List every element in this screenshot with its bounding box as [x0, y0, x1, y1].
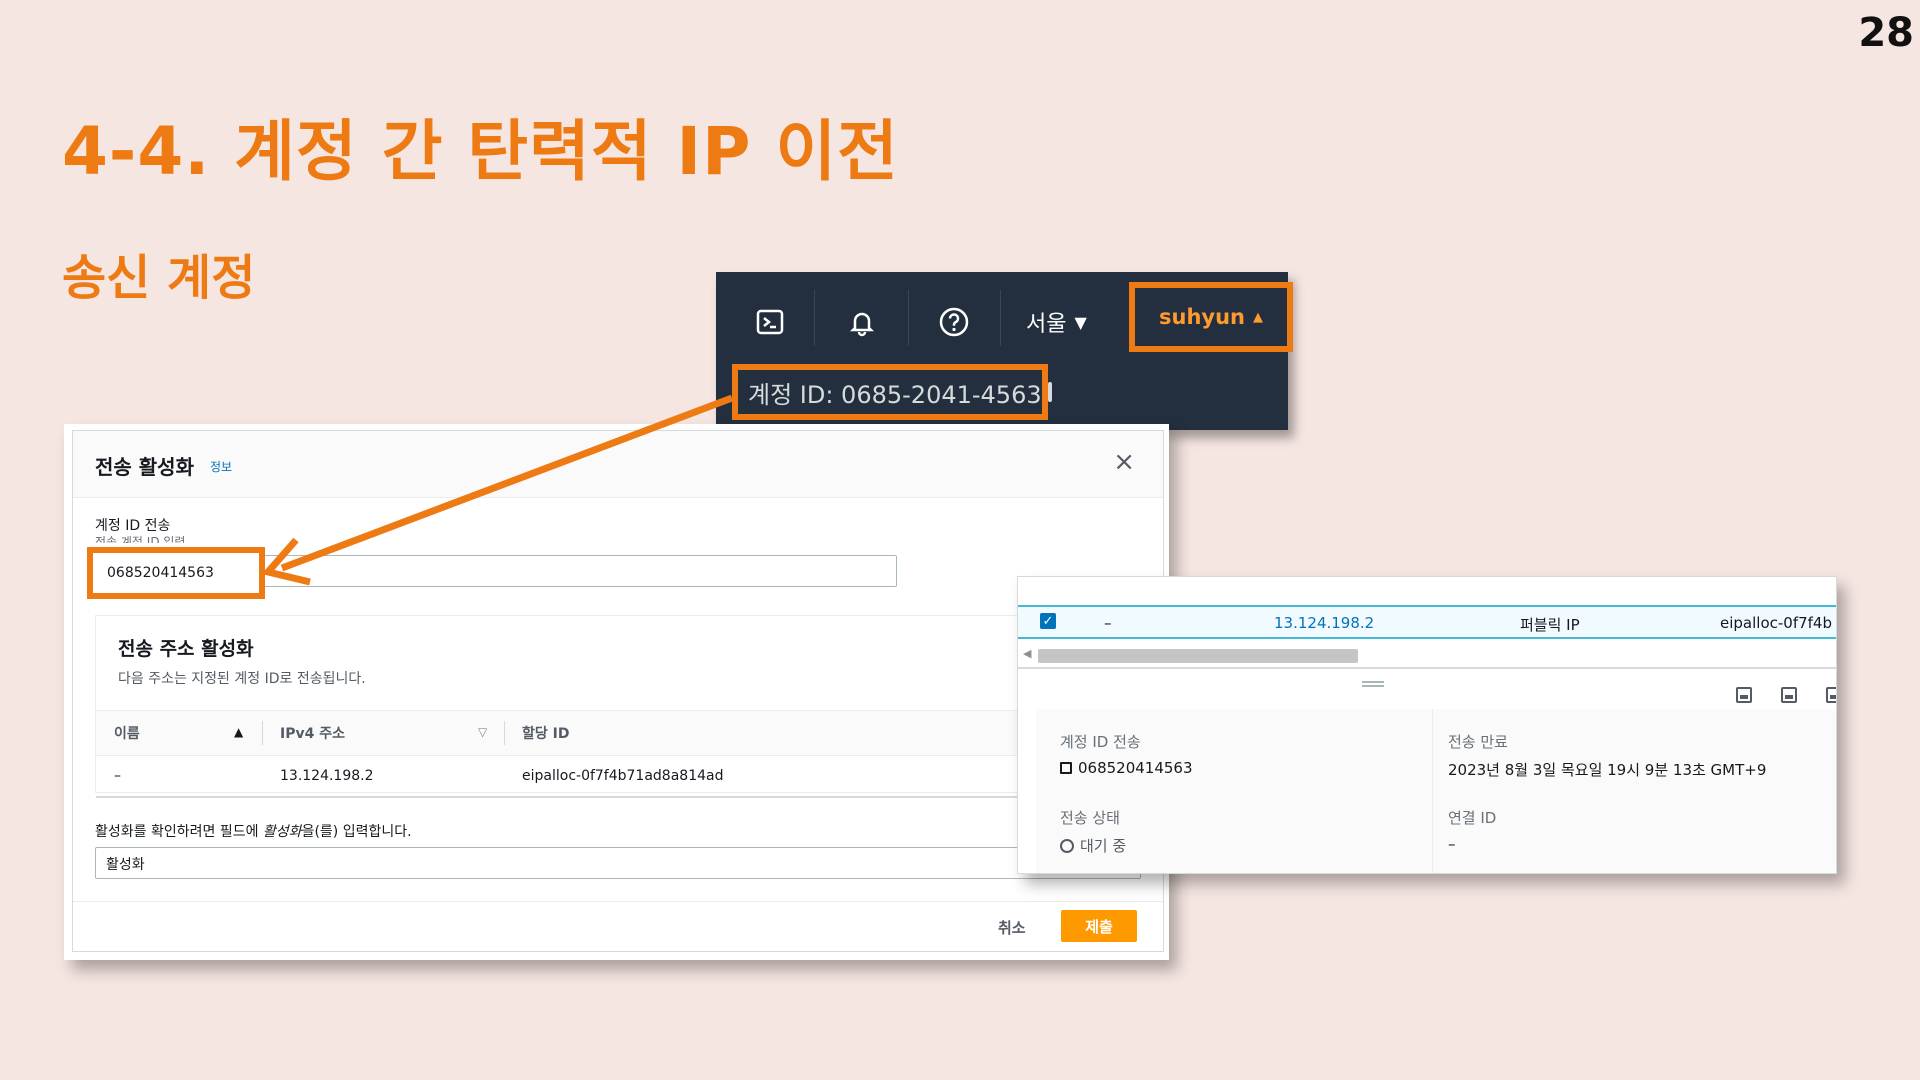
- transfer-expiry-label: 전송 만료: [1448, 733, 1508, 751]
- user-label: suhyun: [1159, 305, 1245, 329]
- confirm-label-suffix: 을(를) 입력합니다.: [301, 824, 412, 840]
- transfer-account-value: 068520414563: [107, 565, 214, 581]
- sort-asc-icon[interactable]: ▲: [234, 725, 243, 739]
- transfer-account-value: 068520414563: [1060, 759, 1193, 777]
- cell-name: –: [114, 768, 121, 784]
- table-row: – 13.124.198.2 eipalloc-0f7f4b71ad8a814a…: [96, 756, 1142, 798]
- sort-desc-icon[interactable]: ▽: [478, 725, 487, 739]
- confirm-label: 활성화를 확인하려면 필드에 활성화을(를) 입력합니다.: [95, 821, 412, 841]
- transfer-status-text: 대기 중: [1080, 837, 1127, 855]
- cloudshell-icon[interactable]: [740, 292, 800, 352]
- transfer-account-label: 계정 ID 전송: [95, 518, 171, 534]
- transfer-expiry-value: 2023년 8월 3일 목요일 19시 9분 13초 GMT+9: [1448, 761, 1767, 779]
- confirm-label-prefix: 활성화를 확인하려면 필드에: [95, 824, 263, 840]
- row-checkbox[interactable]: ✓: [1040, 613, 1056, 629]
- separator: [1000, 290, 1001, 346]
- region-label: 서울: [1026, 312, 1067, 337]
- association-id-label: 연결 ID: [1448, 809, 1497, 827]
- enable-transfer-modal: 전송 활성화 정보 × 계정 ID 전송 전송 계정 ID 입력 0685204…: [72, 430, 1164, 952]
- column-header-name[interactable]: 이름: [114, 723, 140, 743]
- modal-footer: 취소 제출: [73, 901, 1163, 952]
- account-id-highlight: 계정 ID: 0685-2041-4563: [732, 364, 1052, 420]
- column-separator: [262, 721, 263, 745]
- info-link[interactable]: 정보: [210, 458, 232, 475]
- cell-ipv4: 13.124.198.2: [280, 768, 374, 784]
- row-ip[interactable]: 13.124.198.2: [1274, 614, 1374, 632]
- column-separator: [504, 721, 505, 745]
- slide-title: 4-4. 계정 간 탄력적 IP 이전: [62, 113, 899, 190]
- region-selector[interactable]: 서울 ▼: [1026, 294, 1087, 350]
- panel-description: 다음 주소는 지정된 계정 ID로 전송됩니다.: [118, 671, 366, 687]
- cancel-button[interactable]: 취소: [998, 917, 1026, 938]
- transfer-status-value: 대기 중: [1060, 835, 1126, 856]
- row-type: 퍼블릭 IP: [1520, 616, 1580, 634]
- slide-subtitle: 송신 계정: [62, 250, 256, 306]
- modal-title: 전송 활성화: [95, 455, 194, 479]
- copy-icon[interactable]: [1060, 762, 1072, 774]
- pane-side-icon[interactable]: [1826, 687, 1836, 703]
- help-icon[interactable]: [924, 292, 984, 352]
- column-header-ipv4[interactable]: IPv4 주소: [280, 723, 345, 743]
- confirm-label-keyword: 활성화: [262, 824, 302, 840]
- horizontal-scrollbar[interactable]: ◀: [1018, 647, 1836, 663]
- scroll-left-icon[interactable]: ◀: [1023, 647, 1031, 660]
- transfer-account-description: 전송 계정 ID 입력: [95, 535, 186, 543]
- aws-top-bar: 서울 ▼ suhyun ▲ 계정 ID: 0685-2041-4563: [716, 272, 1293, 430]
- clock-icon: [1060, 838, 1074, 853]
- scroll-thumb[interactable]: [1038, 649, 1358, 663]
- detail-fields: 계정 ID 전송 068520414563 전송 상태 대기 중 전송 만료 2…: [1036, 709, 1836, 873]
- pane-bottom-icon[interactable]: [1736, 687, 1752, 703]
- copy-icon[interactable]: [1047, 382, 1052, 402]
- row-allocation-id: eipalloc-0f7f4b: [1720, 614, 1832, 632]
- modal-header: 전송 활성화 정보 ×: [73, 431, 1163, 498]
- caret-down-icon: ▼: [1074, 312, 1087, 332]
- bell-icon[interactable]: [832, 292, 892, 352]
- eip-detail-panel: ✓ – 13.124.198.2 퍼블릭 IP eipalloc-0f7f4b …: [1017, 576, 1837, 874]
- confirm-input[interactable]: 활성화: [95, 847, 1141, 879]
- transfer-address-panel: 전송 주소 활성화 다음 주소는 지정된 계정 ID로 전송됩니다. 이름 ▲ …: [95, 615, 1143, 798]
- row-name: –: [1104, 614, 1112, 632]
- page-number: 28: [1858, 10, 1914, 56]
- panel-title: 전송 주소 활성화: [118, 638, 254, 660]
- resize-handle-icon[interactable]: [1362, 681, 1384, 687]
- transfer-account-value-highlight[interactable]: 068520414563: [87, 547, 265, 599]
- close-icon[interactable]: ×: [1113, 447, 1135, 477]
- account-id-text: 계정 ID: 0685-2041-4563: [748, 380, 1042, 409]
- transfer-account-label: 계정 ID 전송: [1060, 733, 1141, 751]
- table-row[interactable]: ✓ – 13.124.198.2 퍼블릭 IP eipalloc-0f7f4b: [1018, 605, 1836, 639]
- user-menu-button[interactable]: suhyun ▲: [1129, 282, 1293, 352]
- split-pane-bar: [1018, 667, 1836, 703]
- divider: [1432, 709, 1433, 873]
- association-id-value: –: [1448, 835, 1456, 853]
- transfer-status-label: 전송 상태: [1060, 809, 1120, 827]
- separator: [908, 290, 909, 346]
- separator: [814, 290, 815, 346]
- caret-up-icon: ▲: [1253, 309, 1263, 325]
- table-header: 이름 ▲ IPv4 주소 ▽ 할당 ID: [96, 710, 1142, 756]
- pane-split-icon[interactable]: [1781, 687, 1797, 703]
- column-header-allocation-id[interactable]: 할당 ID: [522, 723, 569, 743]
- submit-button[interactable]: 제출: [1061, 910, 1137, 942]
- cell-allocation-id: eipalloc-0f7f4b71ad8a814ad: [522, 768, 724, 784]
- transfer-account-id: 068520414563: [1078, 759, 1193, 777]
- address-table: 이름 ▲ IPv4 주소 ▽ 할당 ID – 13.124.198.2 eipa…: [96, 710, 1142, 798]
